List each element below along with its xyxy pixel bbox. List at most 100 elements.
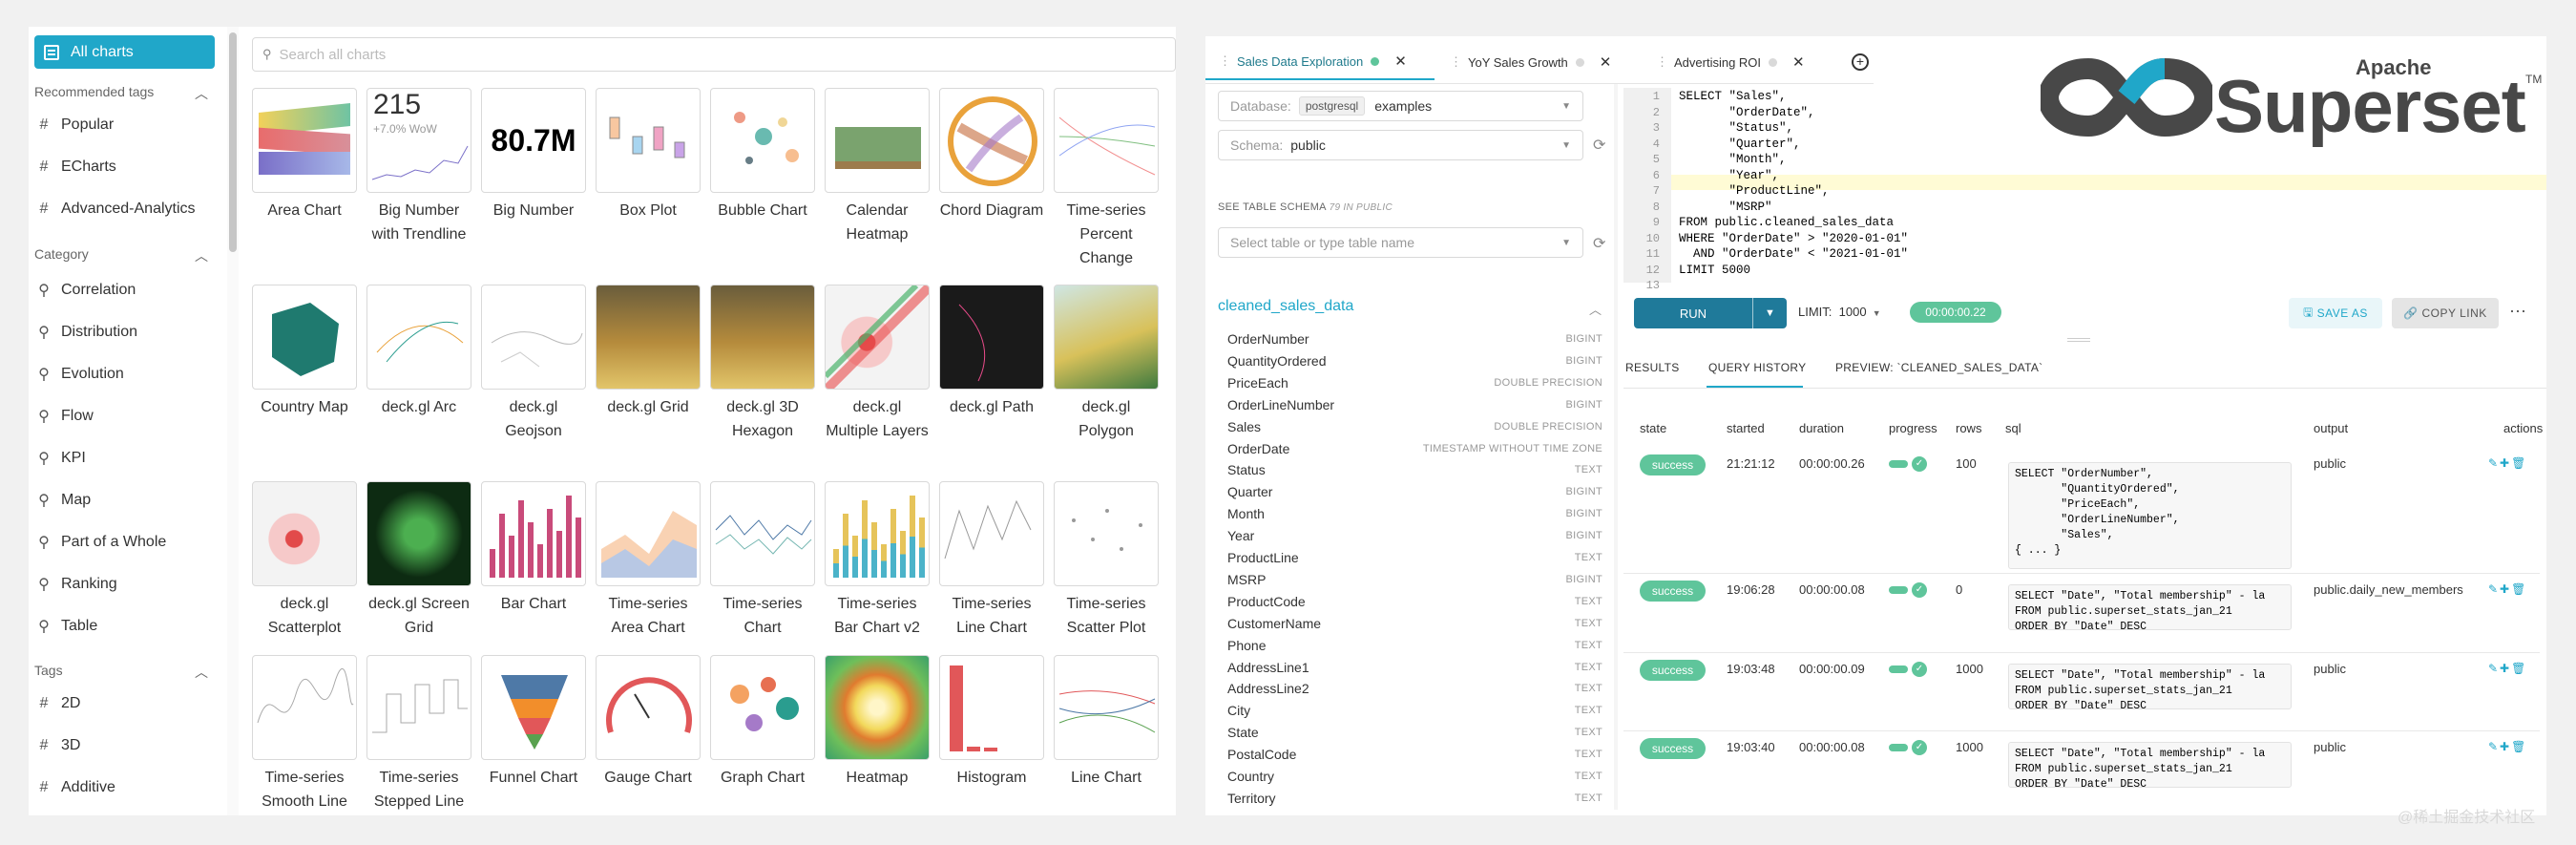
chart-tile[interactable]: Box Plot — [596, 88, 701, 222]
table-name[interactable]: cleaned_sales_data — [1218, 298, 1353, 315]
sql-preview[interactable]: SELECT "Date", "Total membership" - la F… — [2008, 742, 2292, 788]
chart-tile[interactable]: deck.gl Path — [939, 285, 1044, 419]
tab-yoy-sales-growth[interactable]: ⋮ YoY Sales Growth ✕ — [1436, 44, 1633, 80]
chevron-down-icon[interactable]: ▼ — [1753, 307, 1787, 319]
chart-tile[interactable]: deck.gl Arc — [367, 285, 471, 419]
close-icon[interactable]: ✕ — [1792, 53, 1805, 71]
close-icon[interactable]: ✕ — [1394, 53, 1407, 70]
tag-additive[interactable]: # Additive — [36, 779, 115, 796]
more-options-icon[interactable]: ⋯ — [2509, 302, 2526, 322]
output-cell[interactable]: public.daily_new_members — [2314, 582, 2463, 597]
chart-tile[interactable]: Time-series Bar Chart v2 — [825, 481, 930, 640]
column-row[interactable]: AddressLine2 TEXT — [1227, 681, 1602, 702]
output-cell[interactable]: public — [2314, 662, 2346, 676]
schema-select[interactable]: Schema: public ▼ — [1218, 130, 1583, 160]
category-distribution[interactable]: ⚲ Distribution — [36, 323, 137, 342]
chart-tile[interactable]: 215 +7.0% WoW Big Number with Trendline — [367, 88, 471, 246]
chart-tile[interactable]: Time-series Chart — [710, 481, 815, 640]
column-row[interactable]: State TEXT — [1227, 725, 1602, 746]
chart-tile[interactable]: deck.gl Scatterplot — [252, 481, 357, 640]
table-select[interactable]: Select table or type table name ▼ — [1218, 227, 1583, 258]
tag-echarts[interactable]: # ECharts — [36, 158, 116, 176]
tag-advanced-analytics[interactable]: # Advanced-Analytics — [36, 201, 196, 218]
column-row[interactable]: Sales DOUBLE PRECISION — [1227, 419, 1602, 440]
category-ranking[interactable]: ⚲ Ranking — [36, 575, 117, 594]
chart-tile[interactable]: 80.7M Big Number — [481, 88, 586, 222]
chart-tile[interactable]: deck.gl Screen Grid — [367, 481, 471, 640]
output-cell[interactable]: public — [2314, 456, 2346, 471]
row-actions[interactable]: ✎✚🗑 — [2488, 456, 2527, 470]
chart-tile[interactable]: Time-series Stepped Line — [367, 655, 471, 813]
category-flow[interactable]: ⚲ Flow — [36, 407, 94, 426]
sidebar-scrollbar-thumb[interactable] — [229, 32, 237, 252]
chart-tile[interactable]: Calendar Heatmap — [825, 88, 930, 246]
row-actions[interactable]: ✎✚🗑 — [2488, 662, 2527, 675]
tag-3d[interactable]: #3D — [36, 737, 81, 754]
category-part-of-a-whole[interactable]: ⚲ Part of a Whole — [36, 533, 166, 552]
chart-tile[interactable]: deck.gl Multiple Layers — [825, 285, 930, 443]
tags-header[interactable]: Tags ︿ — [34, 663, 216, 680]
category-table[interactable]: ⚲ Table — [36, 617, 97, 636]
column-row[interactable]: QuantityOrdered BIGINT — [1227, 353, 1602, 374]
all-charts-button[interactable]: All charts — [34, 35, 215, 69]
category-correlation[interactable]: ⚲ Correlation — [36, 281, 136, 300]
row-actions[interactable]: ✎✚🗑 — [2488, 740, 2527, 753]
refresh-icon[interactable]: ⟳ — [1593, 136, 1605, 155]
tag-popular[interactable]: # Popular — [36, 116, 115, 134]
chart-tile[interactable]: Graph Chart — [710, 655, 815, 790]
column-row[interactable]: OrderLineNumber BIGINT — [1227, 397, 1602, 418]
recommended-tags-header[interactable]: Recommended tags ︿ — [34, 84, 216, 101]
copy-link-button[interactable]: 🔗 COPY LINK — [2392, 298, 2499, 328]
category-evolution[interactable]: ⚲ Evolution — [36, 365, 124, 384]
chart-tile[interactable]: deck.gl Geojson — [481, 285, 586, 443]
chart-tile[interactable]: Gauge Chart — [596, 655, 701, 790]
sql-preview[interactable]: SELECT "OrderNumber", "QuantityOrdered",… — [2008, 462, 2292, 569]
refresh-icon[interactable]: ⟳ — [1593, 234, 1605, 253]
category-kpi[interactable]: ⚲ KPI — [36, 449, 86, 468]
limit-control[interactable]: LIMIT: 1000 ▼ — [1798, 305, 1881, 319]
category-header[interactable]: Category ︿ — [34, 246, 216, 264]
chart-tile[interactable]: Time-series Area Chart — [596, 481, 701, 640]
column-row[interactable]: Year BIGINT — [1227, 528, 1602, 549]
sql-preview[interactable]: SELECT "Date", "Total membership" - la F… — [2008, 664, 2292, 709]
tab-query-history[interactable]: QUERY HISTORY — [1708, 361, 1806, 374]
column-row[interactable]: Quarter BIGINT — [1227, 484, 1602, 505]
chart-tile[interactable]: Country Map — [252, 285, 357, 419]
chart-tile[interactable]: Area Chart — [252, 88, 357, 222]
tab-results[interactable]: RESULTS — [1625, 361, 1680, 374]
chart-tile[interactable]: deck.gl Grid — [596, 285, 701, 419]
column-row[interactable]: Month BIGINT — [1227, 506, 1602, 527]
chart-tile[interactable]: Time-series Line Chart — [939, 481, 1044, 640]
tag-2d[interactable]: #2D — [36, 695, 81, 712]
panel-divider[interactable] — [1614, 84, 1618, 810]
chart-tile[interactable]: Line Chart — [1054, 655, 1159, 790]
column-row[interactable]: AddressLine1 TEXT — [1227, 660, 1602, 681]
chart-tile[interactable]: Time-series Smooth Line — [252, 655, 357, 813]
output-cell[interactable]: public — [2314, 740, 2346, 754]
tab-advertising-roi[interactable]: ⋮ Advertising ROI ✕ — [1643, 44, 1833, 80]
save-as-button[interactable]: 🖫 SAVE AS — [2289, 298, 2382, 328]
chart-tile[interactable]: Bubble Chart — [710, 88, 815, 222]
column-row[interactable]: Territory TEXT — [1227, 791, 1602, 812]
column-row[interactable]: OrderDate TIMESTAMP WITHOUT TIME ZONE — [1227, 441, 1602, 462]
chart-tile[interactable]: Funnel Chart — [481, 655, 586, 790]
chart-tile[interactable]: Heatmap — [825, 655, 930, 790]
chart-tile[interactable]: Time-series Percent Change — [1054, 88, 1159, 270]
column-row[interactable]: Status TEXT — [1227, 462, 1602, 483]
row-actions[interactable]: ✎✚🗑 — [2488, 582, 2527, 596]
chart-tile[interactable]: Time-series Scatter Plot — [1054, 481, 1159, 640]
tab-sales-data-exploration[interactable]: ⋮ Sales Data Exploration ✕ — [1205, 44, 1435, 80]
sql-preview[interactable]: SELECT "Date", "Total membership" - la F… — [2008, 584, 2292, 630]
column-row[interactable]: MSRP BIGINT — [1227, 572, 1602, 593]
column-row[interactable]: PostalCode TEXT — [1227, 747, 1602, 768]
chart-tile[interactable]: deck.gl Polygon — [1054, 285, 1159, 443]
database-select[interactable]: Database: postgresql examples ▼ — [1218, 91, 1583, 121]
chart-tile[interactable]: Bar Chart — [481, 481, 586, 616]
category-map[interactable]: ⚲ Map — [36, 491, 91, 510]
chart-tile[interactable]: Histogram — [939, 655, 1044, 790]
column-row[interactable]: PriceEach DOUBLE PRECISION — [1227, 375, 1602, 396]
column-row[interactable]: ProductCode TEXT — [1227, 594, 1602, 615]
run-button[interactable]: RUN ▼ — [1634, 298, 1787, 328]
chevron-up-icon[interactable]: ︿ — [1589, 300, 1602, 318]
chart-tile[interactable]: Chord Diagram — [939, 88, 1044, 222]
